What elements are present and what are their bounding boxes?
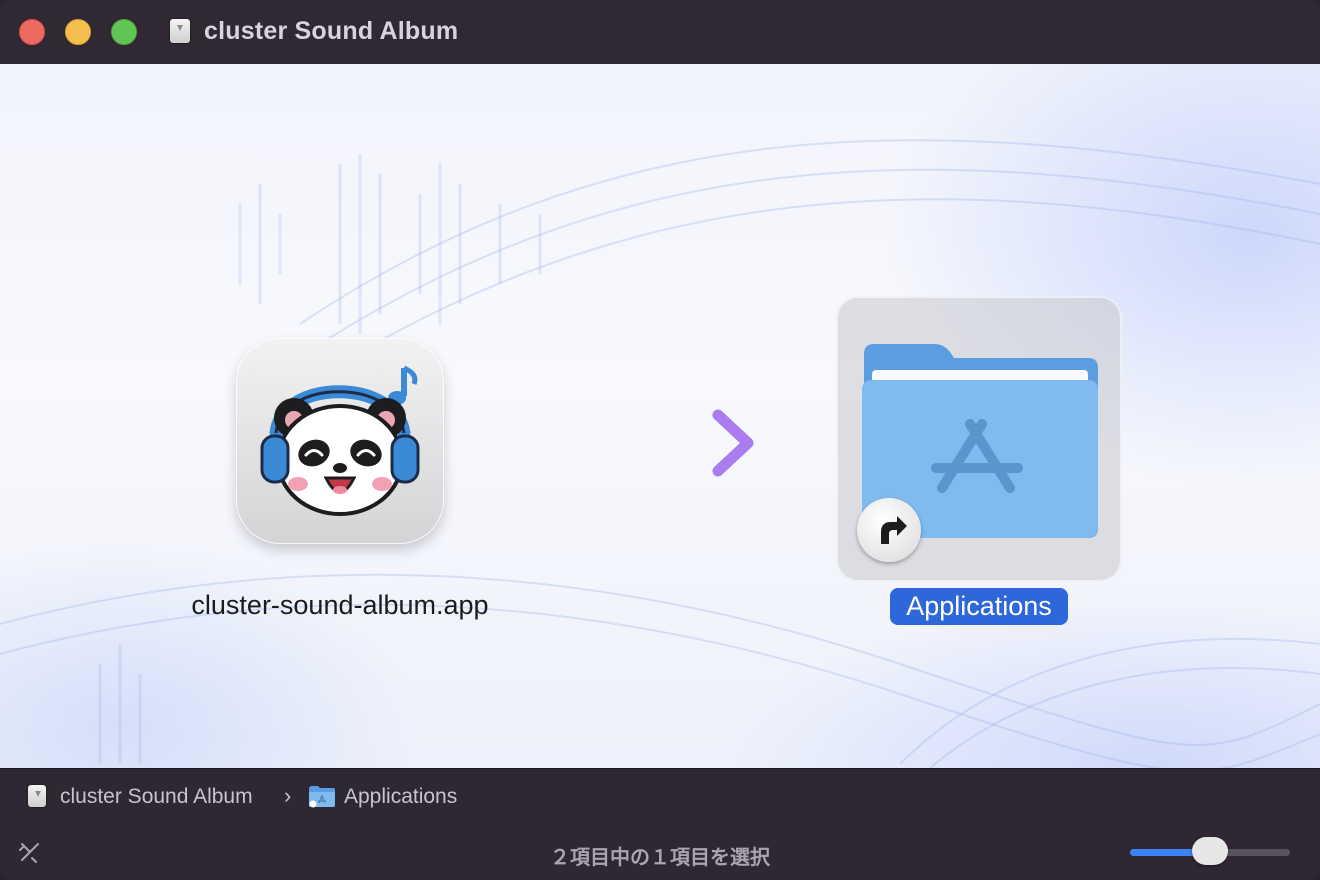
tools-icon[interactable] (18, 840, 42, 864)
disk-image-icon (170, 19, 190, 43)
path-item-applications[interactable]: Applications (344, 785, 457, 809)
finder-window: cluster Sound Album cluster-sound-album.… (0, 0, 1320, 880)
applications-label[interactable]: Applications (890, 588, 1068, 625)
status-bar: ２項目中の１項目を選択 (0, 826, 1320, 880)
path-item-volume[interactable]: cluster Sound Album (60, 785, 253, 809)
path-separator: › (284, 783, 292, 808)
app-file-label[interactable]: cluster-sound-album.app (140, 590, 540, 621)
right-arrow-icon (540, 409, 754, 477)
window-title: cluster Sound Album (204, 17, 459, 45)
path-bar: cluster Sound Album › Applications (0, 768, 1320, 827)
app-icon[interactable] (236, 338, 444, 544)
applications-folder-icon (309, 786, 335, 808)
slider-knob[interactable] (1192, 837, 1228, 865)
close-button[interactable] (19, 19, 45, 45)
title-bar[interactable]: cluster Sound Album (0, 0, 1320, 65)
selection-status: ２項目中の１項目を選択 (550, 847, 770, 869)
minimize-button[interactable] (65, 19, 91, 45)
disk-image-icon (28, 785, 46, 807)
panda-headphones-app-icon (260, 365, 420, 516)
alias-arrow-icon (857, 498, 921, 562)
zoom-button[interactable] (111, 19, 137, 45)
